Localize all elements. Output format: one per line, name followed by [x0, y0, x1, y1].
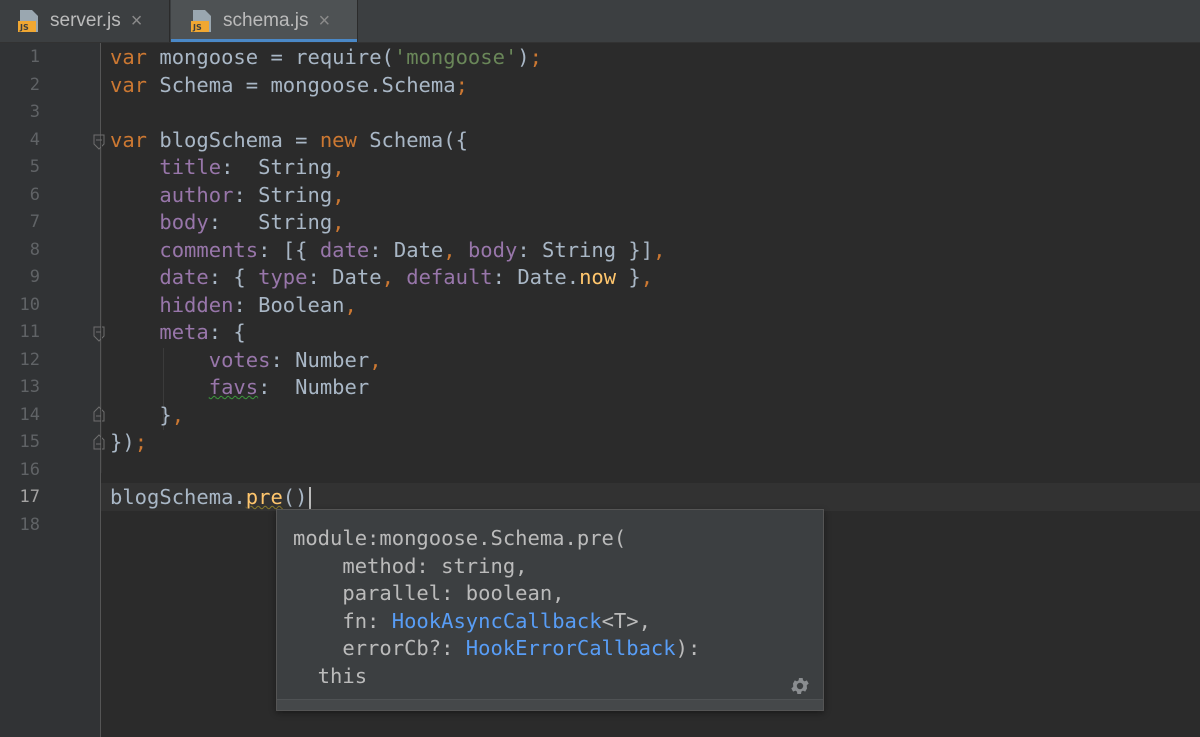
- line-number: 14: [19, 404, 40, 425]
- tab-schema-js[interactable]: JS schema.js ×: [171, 0, 358, 42]
- parameter-info-popup: module:mongoose.Schema.pre( method: stri…: [276, 509, 824, 711]
- code-line-12[interactable]: votes: Number,: [110, 347, 382, 375]
- code-line-17[interactable]: blogSchema.pre(): [110, 484, 312, 512]
- code-line-15[interactable]: });: [110, 429, 147, 457]
- svg-text:JS: JS: [19, 23, 29, 32]
- line-number: 4: [29, 129, 40, 150]
- code-line-13[interactable]: favs: Number: [110, 374, 369, 402]
- line-number: 6: [29, 184, 40, 205]
- close-tab-icon[interactable]: ×: [319, 10, 331, 33]
- popup-line: fn: HookAsyncCallback<T>,: [293, 608, 651, 633]
- gear-icon[interactable]: [789, 675, 811, 697]
- code-line-4[interactable]: var blogSchema = new Schema({: [110, 127, 468, 155]
- line-number: 9: [29, 267, 40, 287]
- popup-line: errorCb?: HookErrorCallback):: [293, 636, 701, 660]
- svg-text:JS: JS: [192, 23, 202, 32]
- line-number: 18: [19, 514, 40, 535]
- editor-tab-bar: JS server.js × JS schema.js ×: [0, 0, 1200, 43]
- line-number: 12: [19, 349, 40, 370]
- tab-server-js[interactable]: JS server.js ×: [0, 0, 170, 42]
- code-line-1[interactable]: var mongoose = require('mongoose');: [110, 44, 542, 72]
- popup-line: method: string,: [293, 553, 528, 578]
- code-line-6[interactable]: author: String,: [110, 182, 344, 210]
- line-number: 8: [29, 239, 40, 260]
- line-number: 16: [19, 459, 40, 480]
- popup-line: module:mongoose.Schema.pre(: [293, 526, 627, 550]
- code-line-2[interactable]: var Schema = mongoose.Schema;: [110, 72, 468, 100]
- line-number-current: 17: [19, 487, 40, 507]
- popup-line: parallel: boolean,: [293, 581, 565, 605]
- line-number: 2: [29, 74, 40, 95]
- popup-footer: [277, 699, 823, 710]
- code-line-10[interactable]: hidden: Boolean,: [110, 292, 357, 320]
- line-number: 13: [19, 377, 40, 397]
- code-line-11[interactable]: meta: {: [110, 319, 245, 347]
- line-number: 5: [29, 157, 40, 177]
- js-file-icon: JS: [16, 8, 42, 34]
- line-number: 3: [29, 102, 40, 122]
- tab-label: server.js: [50, 10, 121, 31]
- code-line-5[interactable]: title: String,: [110, 154, 344, 182]
- line-number: 7: [29, 212, 40, 232]
- js-file-icon: JS: [189, 8, 215, 34]
- line-number: 1: [29, 47, 40, 67]
- line-number: 11: [19, 322, 40, 342]
- type-link[interactable]: HookErrorCallback: [466, 636, 676, 660]
- code-line-14[interactable]: },: [110, 402, 184, 430]
- tab-label: schema.js: [223, 10, 309, 31]
- indent-guide: [101, 143, 102, 473]
- popup-line: this: [293, 663, 368, 688]
- line-number-gutter: 1 2 3 4 5 6 7 8 9 10 11 12 13 14 15 16 1…: [0, 43, 105, 737]
- line-number: 10: [19, 294, 40, 315]
- code-line-9[interactable]: date: { type: Date, default: Date.now },: [110, 264, 653, 292]
- line-number: 15: [19, 432, 40, 452]
- type-link[interactable]: HookAsyncCallback: [392, 609, 602, 633]
- text-caret: [309, 487, 312, 509]
- close-tab-icon[interactable]: ×: [131, 10, 143, 33]
- code-line-7[interactable]: body: String,: [110, 209, 344, 237]
- code-line-8[interactable]: comments: [{ date: Date, body: String }]…: [110, 237, 665, 265]
